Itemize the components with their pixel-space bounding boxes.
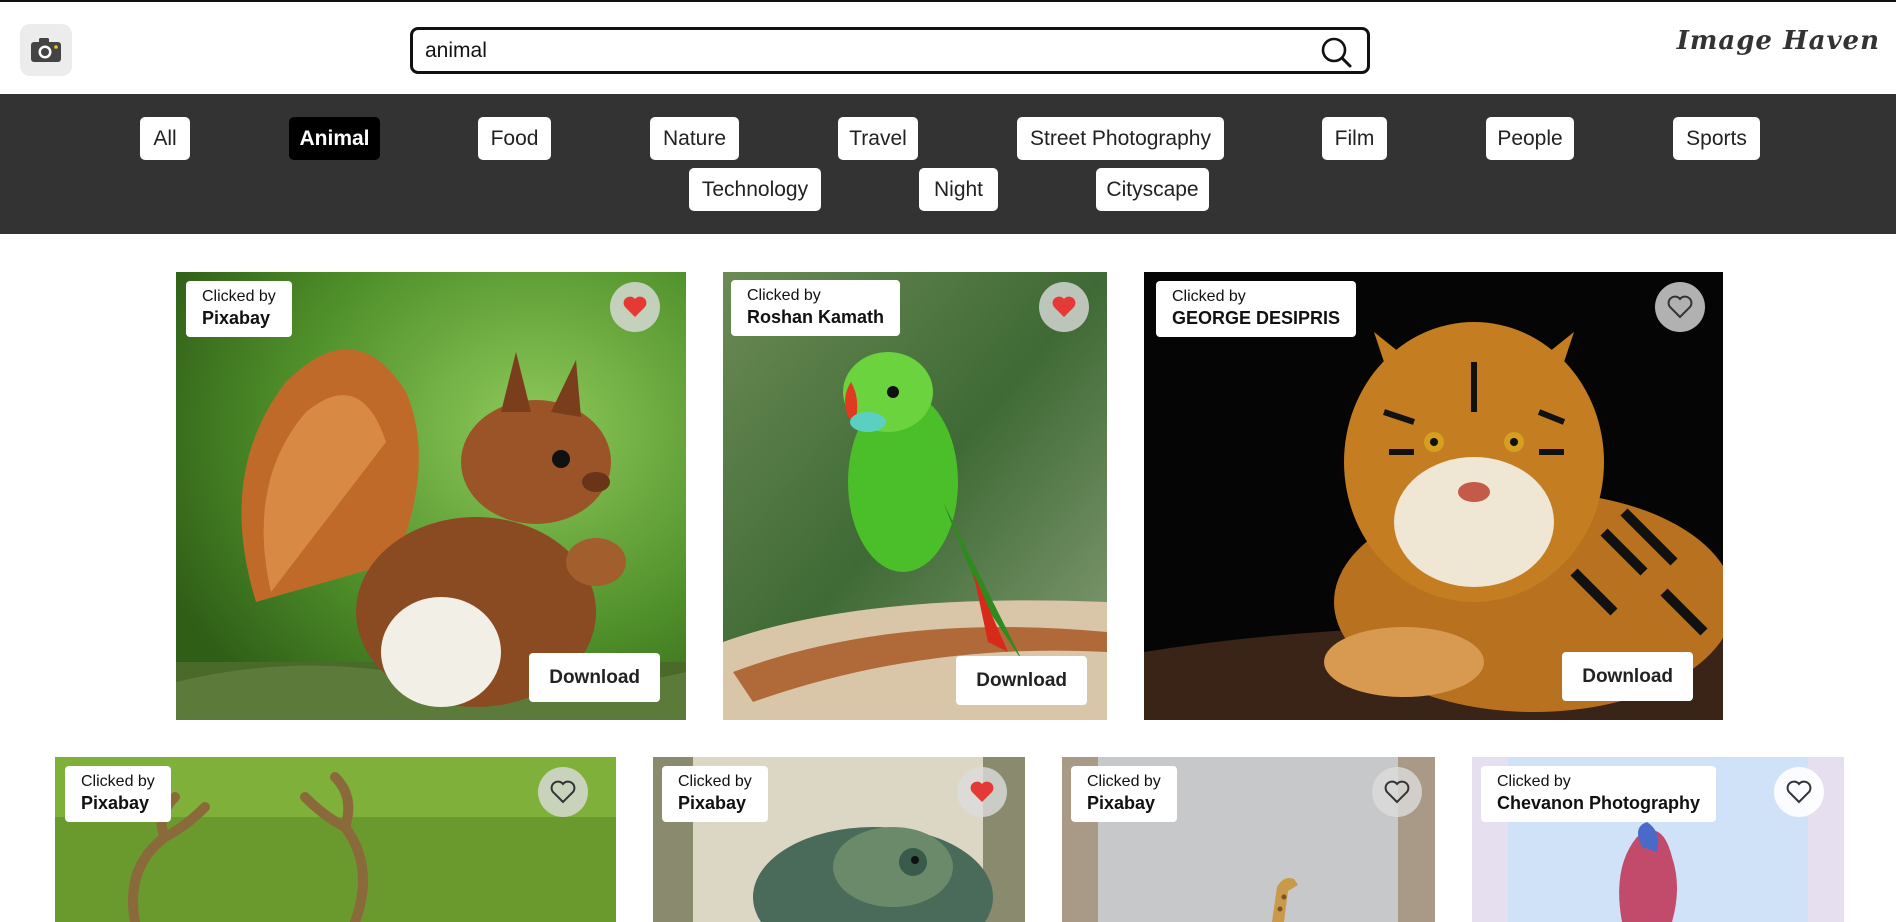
photographer-name: Pixabay (202, 308, 271, 328)
photo-card[interactable]: Clicked by Chevanon Photography (1472, 757, 1844, 922)
favorite-button[interactable] (957, 767, 1007, 817)
photo-card[interactable]: Clicked by Pixabay (55, 757, 616, 922)
photographer-name: GEORGE DESIPRIS (1172, 308, 1341, 328)
brand-title: Image Haven (1676, 26, 1880, 56)
search-bar (410, 27, 1370, 74)
photographer-credit: Clicked by Roshan Kamath (731, 280, 901, 336)
favorite-button[interactable] (1774, 767, 1824, 817)
download-button[interactable]: Download (529, 653, 660, 702)
favorite-button[interactable] (538, 767, 588, 817)
photographer-credit: Clicked by Pixabay (1071, 766, 1177, 822)
credit-prefix: Clicked by (1087, 773, 1161, 790)
category-chip-animal[interactable]: Animal (289, 117, 380, 160)
heart-filled-icon (623, 296, 647, 317)
photo-card[interactable]: Clicked by Pixabay (653, 757, 1025, 922)
download-button[interactable]: Download (956, 656, 1087, 705)
favorite-button[interactable] (1655, 282, 1705, 332)
search-input[interactable] (425, 37, 1285, 65)
photographer-name: Pixabay (1087, 793, 1156, 813)
photo-card[interactable]: Clicked by GEORGE DESIPRIS Download (1144, 272, 1723, 720)
credit-prefix: Clicked by (202, 288, 276, 305)
category-chip-travel[interactable]: Travel (838, 117, 918, 160)
photo-card[interactable]: Clicked by Pixabay Download (176, 272, 686, 720)
credit-prefix: Clicked by (1172, 288, 1246, 305)
favorite-button[interactable] (1372, 767, 1422, 817)
top-header: Image Haven (0, 0, 1896, 94)
photographer-name: Chevanon Photography (1497, 793, 1701, 813)
category-chip-night[interactable]: Night (919, 168, 998, 211)
category-chip-sports[interactable]: Sports (1673, 117, 1760, 160)
photographer-credit: Clicked by Chevanon Photography (1481, 766, 1717, 822)
credit-prefix: Clicked by (678, 773, 752, 790)
photographer-credit: Clicked by Pixabay (65, 766, 171, 822)
category-chip-street-photography[interactable]: Street Photography (1017, 117, 1224, 160)
heart-outline-icon (1786, 780, 1812, 804)
favorite-button[interactable] (610, 282, 660, 332)
category-chip-technology[interactable]: Technology (689, 168, 821, 211)
magnifier-icon[interactable] (1319, 35, 1353, 69)
category-chip-people[interactable]: People (1486, 117, 1574, 160)
heart-outline-icon (1667, 295, 1693, 319)
heart-outline-icon (550, 780, 576, 804)
photographer-credit: Clicked by GEORGE DESIPRIS (1156, 281, 1357, 337)
heart-outline-icon (1384, 780, 1410, 804)
credit-prefix: Clicked by (81, 773, 155, 790)
download-button[interactable]: Download (1562, 652, 1693, 701)
category-chip-nature[interactable]: Nature (650, 117, 739, 160)
photo-card[interactable]: Clicked by Pixabay (1062, 757, 1435, 922)
favorite-button[interactable] (1039, 282, 1089, 332)
category-chip-food[interactable]: Food (478, 117, 551, 160)
credit-prefix: Clicked by (1497, 773, 1571, 790)
heart-filled-icon (970, 781, 994, 802)
photo-card[interactable]: Clicked by Roshan Kamath Download (723, 272, 1107, 720)
category-chip-film[interactable]: Film (1322, 117, 1387, 160)
photographer-name: Pixabay (678, 793, 747, 813)
photographer-credit: Clicked by Pixabay (186, 281, 292, 337)
photographer-name: Pixabay (81, 793, 150, 813)
photographer-name: Roshan Kamath (747, 307, 885, 327)
camera-logo-button[interactable] (20, 24, 72, 76)
category-bar: All Animal Food Nature Travel Street Pho… (0, 94, 1896, 234)
camera-icon (31, 38, 61, 62)
heart-filled-icon (1052, 296, 1076, 317)
photographer-credit: Clicked by Pixabay (662, 766, 768, 822)
credit-prefix: Clicked by (747, 287, 821, 304)
category-chip-all[interactable]: All (140, 117, 190, 160)
photo-image (723, 272, 1107, 720)
category-chip-cityscape[interactable]: Cityscape (1096, 168, 1209, 211)
